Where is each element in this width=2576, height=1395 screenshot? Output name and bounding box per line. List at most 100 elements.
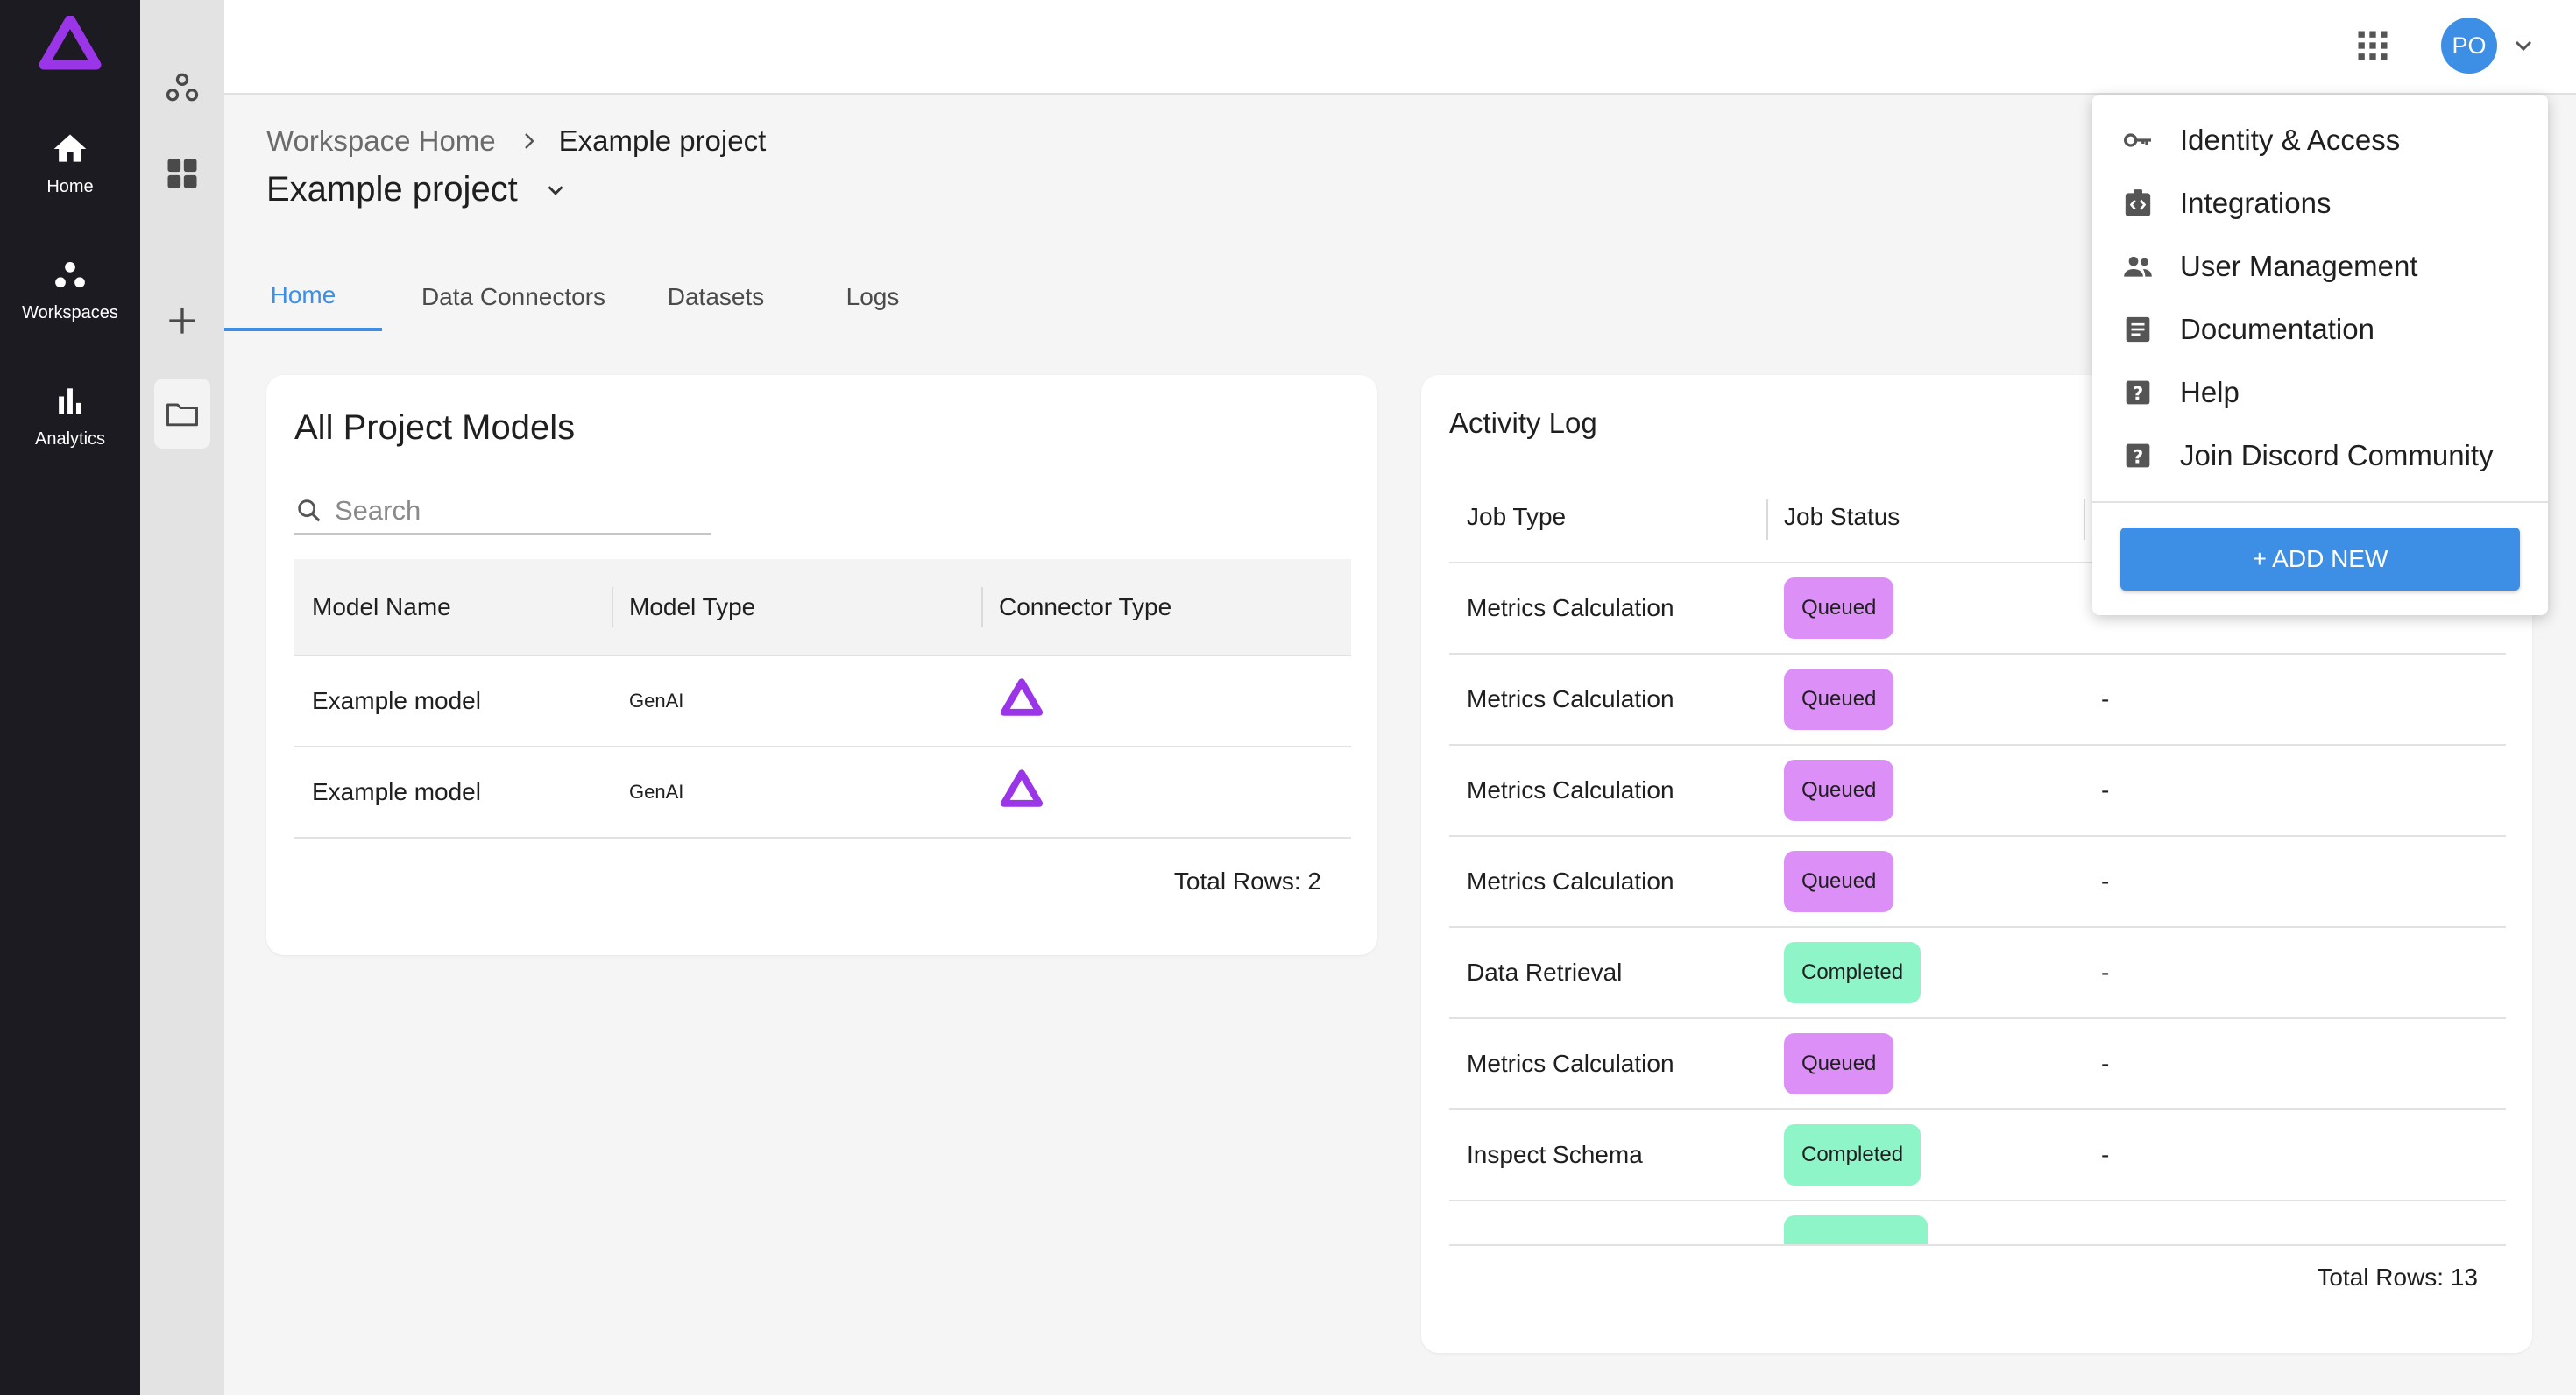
help-icon: ? (2126, 443, 2150, 468)
project-folder-button[interactable] (154, 379, 210, 449)
models-table: Model Name Model Type Connector Type Exa… (294, 559, 1351, 839)
job-type: Metrics Calculation (1449, 835, 1766, 927)
nav-analytics-label: Analytics (34, 429, 106, 449)
page-title: Example project (266, 170, 518, 209)
status-badge: Queued (1784, 1033, 1894, 1094)
menu-item-user-management[interactable]: User Management (2092, 235, 2548, 298)
top-bar: PO (224, 0, 2576, 95)
menu-item-label: Identity & Access (2180, 124, 2401, 156)
home-icon (53, 134, 87, 162)
status-badge: Completed (1784, 942, 1921, 1003)
table-row[interactable]: Metrics Calculation Queued - (1449, 835, 2506, 927)
job-extra: - (2084, 744, 2506, 836)
app-logo-icon[interactable] (39, 16, 102, 72)
total-rows: Total Rows: 13 (2317, 1264, 2478, 1291)
menu-item-integrations[interactable]: Integrations (2092, 172, 2548, 235)
chevron-down-icon[interactable] (2509, 32, 2537, 60)
column-header[interactable]: Job Status (1766, 471, 2084, 563)
nav-analytics[interactable]: Analytics (0, 382, 140, 487)
project-selector[interactable]: Example project (266, 170, 569, 209)
breadcrumb-workspace-home[interactable]: Workspace Home (266, 124, 496, 158)
job-extra: - (2084, 835, 2506, 927)
job-type: Inspect Schema (1449, 1108, 1766, 1200)
menu-item-label: User Management (2180, 250, 2418, 282)
nav-workspaces-label: Workspaces (22, 303, 118, 322)
job-extra: - (2084, 653, 2506, 745)
job-status: Queued (1766, 1017, 2084, 1109)
job-status: Queued (1766, 562, 2084, 654)
apps-grid-icon[interactable] (2353, 26, 2392, 65)
table-row[interactable]: Metrics Calculation Queued - (1449, 744, 2506, 836)
chevron-down-icon (548, 185, 563, 195)
table-row[interactable]: Example model GenAI (294, 655, 1351, 747)
model-name: Example model (294, 746, 612, 839)
job-status: Queued (1766, 653, 2084, 745)
arthur-logo-icon (1000, 677, 1044, 716)
table-row[interactable]: Metrics Calculation Queued - (1449, 653, 2506, 745)
tab-datasets[interactable]: Datasets (641, 263, 790, 331)
table-row[interactable] (1449, 1200, 2506, 1244)
card-title: All Project Models (294, 408, 576, 447)
table-header-row: Model Name Model Type Connector Type (294, 559, 1351, 655)
menu-item-documentation[interactable]: Documentation (2092, 298, 2548, 361)
workspaces-icon (55, 261, 85, 288)
workspace-switcher-button[interactable] (156, 61, 209, 114)
folder-icon (166, 403, 198, 427)
tab-logs[interactable]: Logs (820, 263, 925, 331)
secondary-sidebar (140, 0, 224, 1395)
document-icon (2126, 316, 2150, 343)
column-header[interactable]: Connector Type (981, 559, 1351, 655)
job-extra: - (2084, 1017, 2506, 1109)
primary-sidebar: Home Workspaces Analytics (0, 0, 140, 1395)
tab-data-connectors[interactable]: Data Connectors (400, 263, 627, 331)
table-row[interactable]: Example model GenAI (294, 746, 1351, 839)
menu-item-discord[interactable]: ? Join Discord Community (2092, 424, 2548, 487)
job-status: Completed (1766, 926, 2084, 1018)
help-icon: ? (2126, 380, 2150, 405)
project-models-card: All Project Models Model Name Model Type… (266, 375, 1377, 955)
grid-icon (167, 159, 197, 188)
integrations-icon (2125, 189, 2151, 216)
nav-home[interactable]: Home (0, 130, 140, 235)
column-header[interactable]: Job Type (1449, 471, 1766, 563)
job-extra: - (2084, 1108, 2506, 1200)
model-name: Example model (294, 655, 612, 747)
people-icon (2124, 256, 2152, 277)
nav-workspaces[interactable]: Workspaces (0, 256, 140, 361)
table-row[interactable]: Inspect Schema Completed - (1449, 1108, 2506, 1200)
chevron-right-icon (524, 133, 534, 149)
search-input[interactable] (335, 495, 703, 527)
menu-item-help[interactable]: ? Help (2092, 361, 2548, 424)
user-menu: Identity & Access Integrations User Mana… (2092, 95, 2548, 615)
table-row[interactable]: Metrics Calculation Queued - (1449, 1017, 2506, 1109)
menu-divider (2092, 501, 2548, 503)
card-title: Activity Log (1449, 407, 1597, 439)
job-type: Metrics Calculation (1449, 744, 1766, 836)
add-new-button[interactable]: + ADD NEW (2120, 528, 2520, 591)
plus-icon (169, 308, 195, 334)
breadcrumb-current: Example project (558, 124, 767, 157)
connector-type (981, 746, 1351, 839)
dashboard-button[interactable] (156, 147, 209, 200)
column-header[interactable]: Model Name (294, 559, 612, 655)
job-type: Metrics Calculation (1449, 1017, 1766, 1109)
job-status: Completed (1766, 1108, 2084, 1200)
status-badge: Queued (1784, 577, 1894, 639)
status-badge: Queued (1784, 669, 1894, 730)
status-badge: Queued (1784, 851, 1894, 912)
arthur-logo-icon (1000, 768, 1044, 807)
nav-home-label: Home (46, 177, 94, 196)
add-project-button[interactable] (156, 294, 209, 347)
column-header-label: Model Type (629, 592, 756, 620)
model-type: GenAI (612, 746, 981, 839)
job-type: Data Retrieval (1449, 926, 1766, 1018)
model-type: GenAI (612, 655, 981, 747)
column-header[interactable]: Model Type (612, 559, 981, 655)
status-badge: Queued (1784, 760, 1894, 821)
job-type: Metrics Calculation (1449, 562, 1766, 654)
user-avatar[interactable]: PO (2441, 18, 2497, 74)
menu-item-label: Integrations (2180, 187, 2332, 219)
tab-home[interactable]: Home (224, 263, 382, 331)
table-row[interactable]: Data Retrieval Completed - (1449, 926, 2506, 1018)
menu-item-identity-access[interactable]: Identity & Access (2092, 109, 2548, 172)
